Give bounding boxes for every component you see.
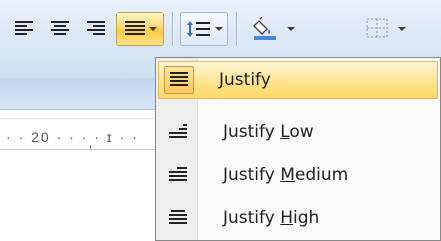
align-left-icon bbox=[15, 21, 33, 35]
menu-item-justify-medium[interactable]: Justify Medium bbox=[158, 156, 438, 194]
menu-item-label: Justify Low bbox=[223, 122, 314, 142]
menu-item-justify-high[interactable]: Justify High bbox=[158, 199, 438, 237]
align-center-button[interactable] bbox=[44, 12, 76, 46]
chevron-down-icon bbox=[214, 27, 223, 31]
menu-item-label: Justify High bbox=[223, 208, 320, 228]
align-center-icon bbox=[51, 21, 69, 35]
justify-dropdown-menu: Justify Justify Low Justify Medium Justi… bbox=[155, 57, 441, 241]
borders-icon bbox=[366, 18, 388, 38]
horizontal-ruler[interactable]: · · 20 · · · · ɪ · · bbox=[0, 118, 160, 150]
chevron-down-icon bbox=[148, 27, 157, 31]
justify-icon bbox=[124, 21, 145, 35]
menu-item-label: Justify Medium bbox=[223, 165, 349, 185]
chevron-down-icon bbox=[398, 27, 406, 31]
justify-button[interactable] bbox=[116, 12, 164, 46]
align-right-icon bbox=[87, 21, 105, 35]
chevron-down-icon bbox=[287, 27, 295, 31]
ruler-baseline bbox=[0, 149, 160, 150]
toolbar-separator bbox=[172, 12, 173, 46]
shading-bucket-icon bbox=[253, 17, 276, 40]
line-spacing-icon bbox=[186, 21, 210, 37]
align-left-button[interactable] bbox=[8, 12, 40, 46]
line-spacing-button[interactable] bbox=[180, 12, 228, 46]
menu-item-justify-low[interactable]: Justify Low bbox=[158, 113, 438, 151]
shading-button[interactable] bbox=[246, 12, 302, 46]
justify-medium-icon bbox=[158, 157, 198, 193]
align-right-button[interactable] bbox=[80, 12, 112, 46]
menu-item-justify[interactable]: Justify bbox=[158, 61, 438, 99]
menu-item-label: Justify bbox=[219, 70, 271, 90]
justify-high-icon bbox=[158, 200, 198, 236]
ruler-label: · · 20 · · · · ɪ · · bbox=[6, 129, 139, 145]
toolbar-separator bbox=[236, 12, 237, 46]
justify-icon bbox=[164, 66, 194, 94]
borders-button[interactable] bbox=[356, 12, 416, 46]
justify-low-icon bbox=[158, 114, 198, 150]
